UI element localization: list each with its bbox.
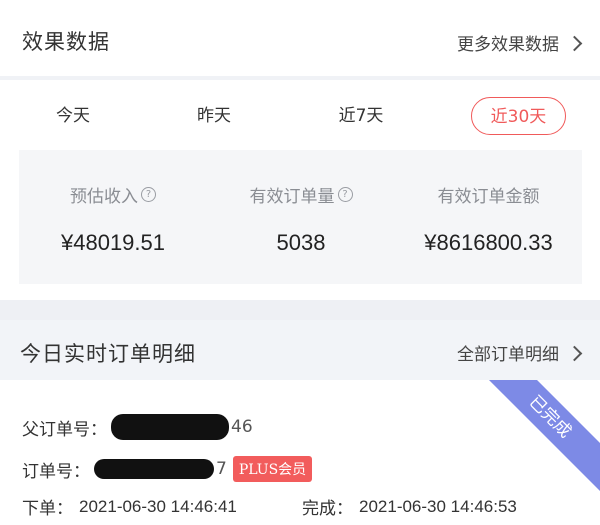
more-effect-data-label: 更多效果数据 [457,35,559,55]
stat-value: ¥48019.51 [61,230,165,255]
tab-today[interactable]: 今天 [44,97,102,135]
placed-time: 2021-06-30 14:46:41 [79,496,237,516]
date-range-tabs: 今天 昨天 近7天 近30天 [0,80,600,146]
chevron-right-icon [566,35,583,51]
all-orders-link[interactable]: 全部订单明细 [457,340,583,365]
order-label: 订单号： [22,461,90,482]
stat-label: 有效订单金额 [437,187,540,207]
redacted-scribble [94,459,214,479]
order-row: 订单号： 7 PLUS会员 [22,456,313,482]
section-gap [0,300,600,320]
more-effect-data-link[interactable]: 更多效果数据 [457,30,583,55]
tab-yesterday[interactable]: 昨天 [185,97,243,135]
stat-label: 预估收入 [70,187,138,207]
chevron-right-icon [566,345,583,361]
parent-order-row: 父订单号： 46 [22,414,253,440]
help-icon[interactable]: ? [141,187,156,202]
stat-value: 5038 [276,230,326,255]
redacted-scribble [111,414,229,440]
parent-order-tail: 46 [231,417,253,437]
today-orders-header: 今日实时订单明细 全部订单明细 [0,320,600,380]
all-orders-label: 全部订单明细 [457,345,559,365]
order-item[interactable]: 已完成 父订单号： 46 订单号： 7 PLUS会员 下单： 2021-06-3… [0,380,600,525]
tab-last-30-days[interactable]: 近30天 [471,97,566,135]
effect-data-header: 效果数据 更多效果数据 [0,0,600,76]
stat-value: ¥8616800.33 [424,230,553,255]
done-time: 2021-06-30 14:46:53 [359,496,517,516]
status-ribbon: 已完成 [470,380,600,497]
plus-member-badge: PLUS会员 [232,456,313,482]
effect-data-title: 效果数据 [22,30,110,54]
tab-last-7-days[interactable]: 近7天 [330,97,392,135]
placed-label: 下单： [22,499,73,519]
order-tail: 7 [216,459,227,479]
done-label: 完成： [302,499,353,519]
done-time-row: 完成： 2021-06-30 14:46:53 [302,494,517,520]
today-orders-title: 今日实时订单明细 [20,342,196,366]
placed-time-row: 下单： 2021-06-30 14:46:41 [22,494,237,520]
parent-order-label: 父订单号： [22,419,107,440]
help-icon[interactable]: ? [337,187,353,202]
stats-panel: 预估收入 ? ¥48019.51 有效订单量 ? 5038 有效订单金额 ¥86… [19,150,582,284]
stat-label: 有效订单量 [249,187,335,207]
